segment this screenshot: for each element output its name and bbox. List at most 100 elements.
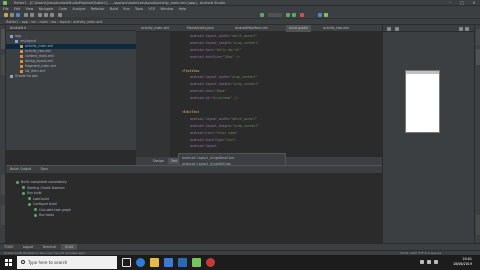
code-line: android:layout_height="wrap_content" <box>190 82 259 86</box>
project-tool-button[interactable] <box>1 29 5 49</box>
xml-value: "wrap_content" <box>232 40 260 45</box>
sync-icon[interactable] <box>16 13 20 17</box>
code-line: android:layout_height="wrap_content" <box>190 124 259 128</box>
store-icon[interactable] <box>164 258 173 267</box>
open-folder-icon[interactable] <box>4 13 8 17</box>
start-button[interactable] <box>0 255 17 270</box>
project-view-selector[interactable]: Android ▾ <box>6 26 26 30</box>
xml-value: "20sp" /> <box>222 54 240 59</box>
breadcrumb-path[interactable]: flutter1 › app › src › main › res › layo… <box>6 20 102 24</box>
xml-tag: <TextView <box>182 68 200 73</box>
checkmark-icon <box>16 180 19 184</box>
code-line: android:hint="Enter name" <box>190 131 238 135</box>
xml-file-icon <box>20 44 23 48</box>
edge-browser-icon[interactable] <box>136 258 145 267</box>
xml-value: "match_parent" <box>230 34 258 38</box>
paste-icon[interactable] <box>50 13 54 17</box>
tab-design[interactable]: Design <box>150 158 167 164</box>
tab-activity-main[interactable]: activity_main.xml <box>138 25 172 32</box>
taskbar-clock[interactable]: 20:01 18/06/2019 <box>453 257 472 267</box>
build-tree-item[interactable]: Run tasks <box>34 213 54 218</box>
code-editor[interactable]: android:layout_width="match_parent" andro… <box>170 32 382 157</box>
file-explorer-icon[interactable] <box>150 258 159 267</box>
gradle-tool-button[interactable] <box>476 29 480 45</box>
tab-manifest[interactable]: AndroidManifest.xml <box>232 25 271 32</box>
copy-icon[interactable] <box>44 13 48 17</box>
debug-icon[interactable] <box>292 13 296 17</box>
undo-icon[interactable] <box>24 13 28 17</box>
xml-value: "Enter name" <box>214 130 238 135</box>
tree-item-label: app <box>15 34 21 38</box>
xml-attribute: android:text= <box>190 89 215 94</box>
code-line: <TextView <box>182 69 199 73</box>
preview-toolbar <box>383 25 475 32</box>
tree-item-label: activity_two.xml <box>25 49 51 53</box>
stop-icon[interactable] <box>300 13 304 17</box>
xml-value: "wrap_content" <box>232 123 260 128</box>
run-icon[interactable] <box>286 13 290 17</box>
checkmark-icon <box>22 191 25 195</box>
code-line: <EditText <box>182 110 199 114</box>
checkmark-icon <box>22 186 25 189</box>
line-gutter <box>136 32 170 157</box>
build-output-tab[interactable]: Build: Output <box>6 167 35 171</box>
build-tree-item[interactable]: Configure build <box>28 202 57 207</box>
device-status-bar <box>406 71 439 74</box>
run-config-dropdown[interactable] <box>268 13 282 17</box>
xml-file-icon <box>20 64 23 68</box>
mail-icon[interactable] <box>178 258 187 267</box>
build-tree-item[interactable]: Build: completed successfully <box>16 180 67 185</box>
tab-activity-two[interactable]: activity_two.xml <box>320 25 352 32</box>
xml-value: "match_parent" <box>230 116 258 121</box>
redo-icon[interactable] <box>30 13 34 17</box>
save-icon[interactable] <box>10 13 14 17</box>
tree-item-label: dialog_layout.xml <box>25 59 54 63</box>
autocomplete-item[interactable]: android:layout_alignBaseline <box>180 156 285 161</box>
build-item-label: Run tasks <box>39 213 55 217</box>
code-line: android:text="Hello World!" <box>190 48 242 52</box>
network-icon[interactable] <box>420 260 424 264</box>
zoom-in-icon[interactable] <box>459 26 463 31</box>
build-tree-item[interactable]: Starting Gradle Daemon <box>22 186 65 191</box>
sdk-manager-icon[interactable] <box>318 13 322 17</box>
language-icon[interactable] <box>434 260 438 264</box>
search-icon[interactable] <box>58 13 62 17</box>
tab-build-gradle[interactable]: build.gradle <box>286 25 312 32</box>
xml-attribute: android:layout_height= <box>190 40 233 45</box>
build-tree-item[interactable]: Load build <box>28 197 49 202</box>
cut-icon[interactable] <box>38 13 42 17</box>
xml-attribute: android:hint= <box>190 130 215 135</box>
taskbar-search-box[interactable]: Type here to search <box>17 256 117 269</box>
xml-file-icon <box>20 54 23 58</box>
tree-item-label: list_item.xml <box>25 69 46 73</box>
build-tree-item[interactable]: Run build <box>22 191 42 196</box>
tab-main-activity[interactable]: MainActivity.java <box>184 25 217 32</box>
task-view-icon[interactable] <box>122 258 131 267</box>
device-file-explorer-tool-button[interactable] <box>476 215 480 235</box>
tree-item[interactable]: Gradle Scripts <box>6 74 38 79</box>
build-tree-item[interactable]: Calculate task graph <box>34 208 71 213</box>
avd-manager-icon[interactable] <box>324 13 328 17</box>
xml-attribute: android:text= <box>190 47 215 52</box>
device-preview <box>405 70 440 133</box>
sync-tab[interactable]: Sync <box>36 167 52 171</box>
android-studio-taskbar-icon[interactable] <box>192 258 201 267</box>
structure-tool-button[interactable] <box>1 175 5 195</box>
clock-date: 18/06/2019 <box>452 262 472 266</box>
xml-value: "wrap_content" <box>232 82 260 87</box>
xml-attribute: android:layout_height= <box>190 82 233 87</box>
recording-app-icon[interactable] <box>206 258 215 267</box>
code-line: android:textSize="20sp" /> <box>190 55 240 59</box>
xml-attribute: android:layout_width= <box>190 34 231 38</box>
build-panel: Build: Output Sync Build: completed succ… <box>6 165 382 250</box>
device-selector-icon[interactable] <box>387 26 391 31</box>
preview-tool-button[interactable] <box>476 49 480 65</box>
zoom-out-icon[interactable] <box>465 26 469 31</box>
checkmark-icon <box>28 197 31 200</box>
volume-icon[interactable] <box>427 260 431 264</box>
resource-manager-tool-button[interactable] <box>1 55 5 75</box>
search-placeholder: Type here to search <box>28 260 68 265</box>
theme-selector-icon[interactable] <box>395 26 399 31</box>
make-project-icon[interactable] <box>260 13 264 17</box>
favorites-tool-button[interactable] <box>1 205 5 225</box>
